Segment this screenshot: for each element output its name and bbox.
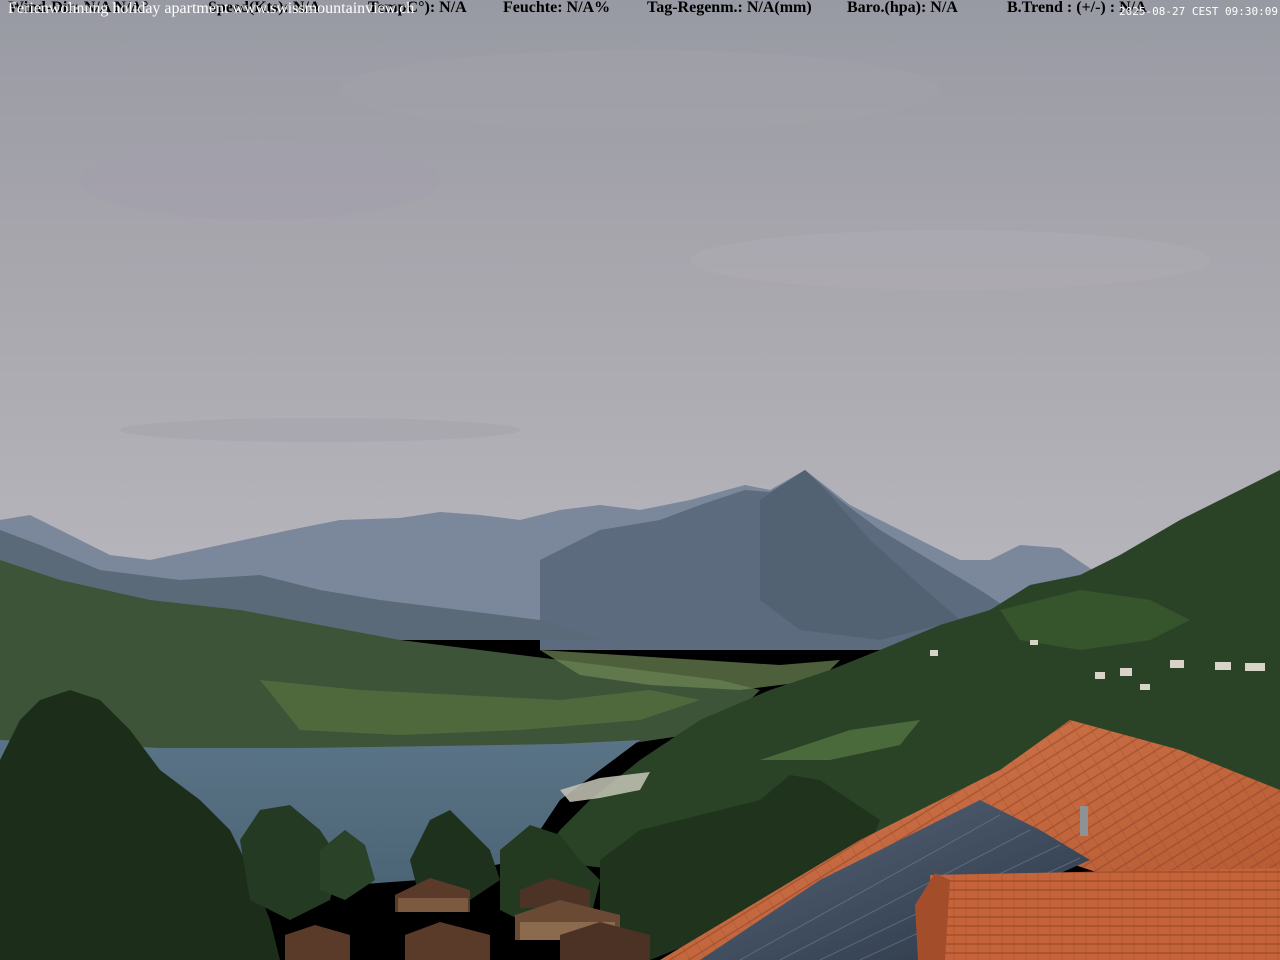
webcam-caption: Ferienwohnung holiday apartment www.swis…: [8, 0, 415, 17]
webcam-landscape: [0, 0, 1280, 960]
humidity-readout: Feuchte: N/A%: [503, 0, 611, 16]
chimney-pipe: [1080, 806, 1088, 836]
capture-timestamp: 2025-08-27 CEST 09:30:09: [1119, 5, 1278, 18]
barometer-readout: Baro.(hpa): N/A: [847, 0, 958, 16]
rain-readout: Tag-Regenm.: N/A(mm): [647, 0, 812, 16]
